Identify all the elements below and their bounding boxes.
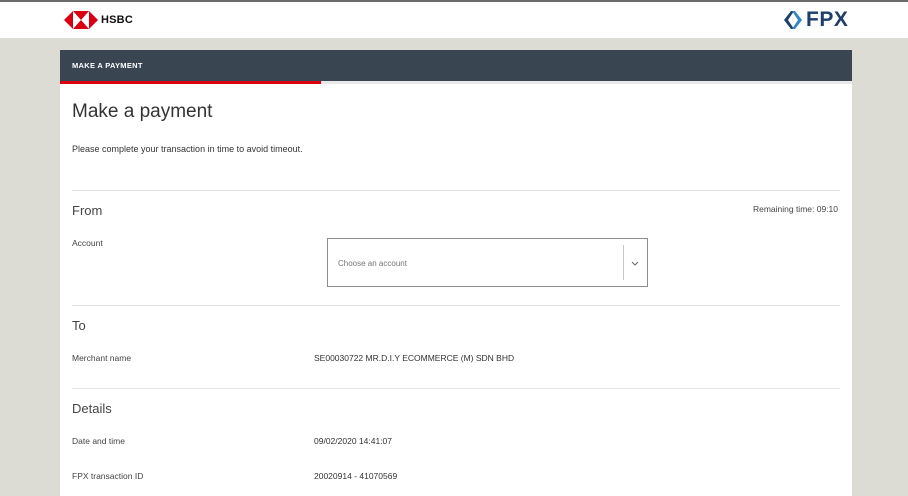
section-title-details: Details <box>72 401 112 416</box>
merchant-name-label: Merchant name <box>72 353 132 363</box>
transaction-id-value: 20020914 - 41070569 <box>314 471 398 481</box>
page-title: Make a payment <box>72 101 213 122</box>
divider <box>72 388 840 389</box>
chevron-down-icon <box>631 261 639 266</box>
progress-bar <box>60 81 852 84</box>
merchant-name-value: SE00030722 MR.D.I.Y ECOMMERCE (M) SDN BH… <box>314 353 515 363</box>
fpx-mark-icon <box>784 11 802 29</box>
divider <box>72 305 840 306</box>
fpx-wordmark: FPX <box>806 8 849 31</box>
divider <box>72 190 840 191</box>
card-header-title: MAKE A PAYMENT <box>72 61 143 70</box>
datetime-label: Date and time <box>72 436 125 446</box>
payment-card: MAKE A PAYMENT Make a payment Please com… <box>60 50 852 496</box>
transaction-id-label: FPX transaction ID <box>72 471 144 481</box>
section-title-from: From <box>72 203 103 218</box>
remaining-time: Remaining time: 09:10 <box>752 204 838 214</box>
account-select[interactable]: Choose an account <box>327 238 648 287</box>
fpx-logo: FPX <box>782 8 848 32</box>
section-title-to: To <box>72 318 86 333</box>
hsbc-hexagon-icon <box>64 11 98 29</box>
card-header: MAKE A PAYMENT <box>60 50 852 81</box>
hsbc-logo: HSBC <box>64 11 133 29</box>
select-separator <box>623 245 624 280</box>
account-label: Account <box>72 238 103 248</box>
datetime-value: 09/02/2020 14:41:07 <box>314 436 392 446</box>
account-select-placeholder: Choose an account <box>338 259 407 268</box>
hsbc-wordmark: HSBC <box>101 14 133 26</box>
progress-bar-fill <box>60 81 322 84</box>
top-bar: HSBC FPX <box>0 0 908 38</box>
intro-text: Please complete your transaction in time… <box>72 144 303 154</box>
